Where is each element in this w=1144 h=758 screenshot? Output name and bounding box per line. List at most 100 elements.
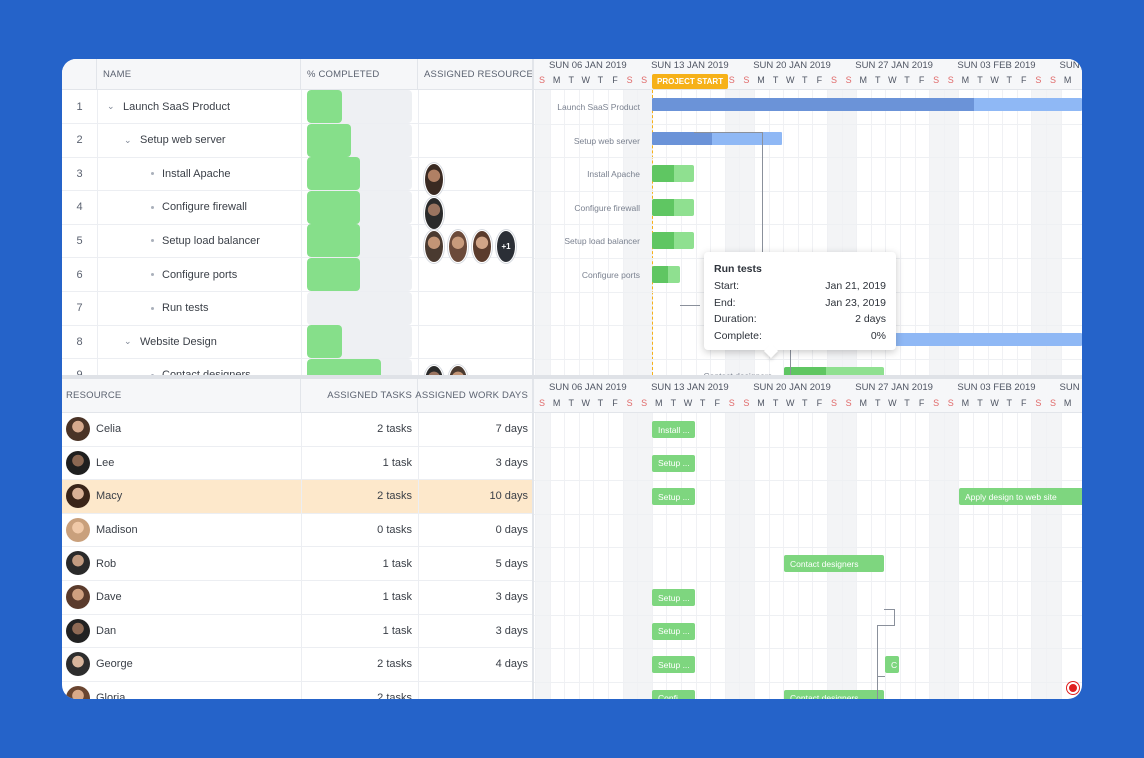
row-number: 8 <box>76 335 83 348</box>
progress-bar <box>307 190 412 224</box>
day-label: T <box>875 398 881 408</box>
day-label: F <box>612 75 618 85</box>
day-label: S <box>845 398 852 408</box>
gantt-task-bar[interactable] <box>784 366 884 375</box>
resource-row[interactable]: George 2 tasks 4 days <box>62 648 532 682</box>
day-label: T <box>772 398 779 408</box>
resource-task-bar[interactable]: Setup ... <box>652 622 695 640</box>
day-label: W <box>888 75 897 85</box>
task-row[interactable]: 3 Install Apache <box>62 157 532 197</box>
resource-name: Lee <box>96 456 115 469</box>
day-label: W <box>683 398 693 408</box>
progress-bar <box>307 157 412 191</box>
resource-task-bar[interactable]: Setup ... <box>652 488 695 506</box>
resource-avatar[interactable] <box>448 364 468 375</box>
day-label: M <box>552 75 561 85</box>
resource-row[interactable]: Celia 2 tasks 7 days <box>62 413 532 447</box>
row-number: 9 <box>62 359 97 375</box>
name-column-header[interactable]: NAME <box>97 59 301 89</box>
task-row[interactable]: 1 ⌄ Launch SaaS Product <box>62 90 532 124</box>
day-column <box>943 413 959 699</box>
day-column <box>1016 413 1032 699</box>
week-label: SUN 06 JAN 2019 <box>549 60 627 71</box>
resource-task-bar[interactable]: Confi... <box>652 689 695 699</box>
resource-row[interactable]: Rob 1 task 5 days <box>62 547 532 581</box>
gantt-task-label: Setup web server <box>573 135 640 146</box>
task-row[interactable]: 6 Configure ports <box>62 258 532 292</box>
day-column <box>710 413 725 699</box>
tooltip-duration-label: Duration: <box>714 313 757 325</box>
chevron-down-icon[interactable]: ⌄ <box>124 336 134 347</box>
assigned-work-days: 7 days <box>495 423 528 436</box>
resource-row[interactable]: Lee 1 task 3 days <box>62 447 532 481</box>
assigned-tasks: 2 tasks <box>377 658 412 671</box>
assigned-work-days: 4 days <box>495 658 528 671</box>
resource-avatar[interactable] <box>424 364 444 375</box>
resource-task-bar[interactable]: Contact designers <box>784 555 884 573</box>
gantt-task-bar[interactable] <box>652 165 694 183</box>
resource-row[interactable]: Dan 1 task 3 days <box>62 615 532 649</box>
resource-row[interactable]: Gloria 2 tasks ... <box>62 682 532 699</box>
day-column <box>608 90 623 375</box>
gantt-task-label: Setup load balancer <box>564 236 640 247</box>
day-column <box>973 413 988 699</box>
resource-task-bar[interactable]: Setup ... <box>652 589 695 606</box>
task-name: Run tests <box>162 302 209 315</box>
day-column <box>900 413 915 699</box>
day-label: T <box>802 398 808 408</box>
completed-column-header[interactable]: % COMPLETED <box>301 59 418 89</box>
day-column <box>637 90 652 375</box>
assigned-tasks: 1 task <box>382 456 412 469</box>
bullet-icon <box>151 306 154 310</box>
gantt-task-bar[interactable] <box>652 98 1082 111</box>
day-label: F <box>918 75 925 85</box>
day-label: S <box>1049 398 1056 408</box>
resource-row[interactable]: Madison 0 tasks 0 days <box>62 514 532 548</box>
task-row[interactable]: 8 ⌄ Website Design <box>62 325 532 360</box>
chevron-down-icon[interactable]: ⌄ <box>107 101 117 112</box>
resource-task-bar[interactable]: Install ... <box>652 421 695 438</box>
resources-column-header[interactable]: ASSIGNED RESOURCES <box>418 59 539 89</box>
task-row[interactable]: 2 ⌄ Setup web server <box>62 123 532 158</box>
chevron-down-icon[interactable]: ⌄ <box>124 135 134 146</box>
day-label: S <box>728 75 735 85</box>
workdays-column-header[interactable]: ASSIGNED WORK DAYS <box>415 379 532 412</box>
resource-task-bar[interactable]: Setup ... <box>652 454 695 472</box>
day-label: S <box>626 398 633 408</box>
gantt-task-label: Install Apache <box>587 169 640 180</box>
resource-task-bar[interactable]: Setup ... <box>652 656 695 674</box>
day-label: S <box>1035 398 1042 408</box>
gantt-task-bar[interactable] <box>652 198 694 216</box>
task-row[interactable]: 4 Configure firewall <box>62 190 532 230</box>
day-label: T <box>699 398 706 408</box>
task-name-cell: Contact designers <box>141 359 251 375</box>
day-column <box>608 413 623 699</box>
row-number: 1 <box>76 100 83 113</box>
resource-task-bar[interactable]: Contact designers <box>784 689 884 699</box>
resource-task-bar[interactable]: Apply design to web site <box>959 488 1082 506</box>
day-column <box>1060 413 1076 699</box>
record-indicator-icon[interactable] <box>1067 682 1079 694</box>
task-row[interactable]: 5 Setup load balancer +1 <box>62 224 532 264</box>
day-column <box>535 90 550 375</box>
week-label: SUN <box>1059 60 1080 71</box>
gantt-task-bar[interactable] <box>652 266 680 283</box>
tooltip-complete-value: 0% <box>870 329 886 342</box>
task-row[interactable]: 9 Contact designers <box>62 358 532 375</box>
week-label: SUN 13 JAN 2019 <box>651 60 729 71</box>
number-column-header[interactable] <box>62 59 97 89</box>
resource-task-bar[interactable]: C <box>885 656 899 674</box>
task-row[interactable]: 7 Run tests <box>62 291 532 326</box>
tooltip-complete-label: Complete: <box>714 329 762 342</box>
gantt-task-bar[interactable] <box>652 232 694 250</box>
resource-row[interactable]: Dave 1 task 3 days <box>62 581 532 615</box>
resource-row[interactable]: Macy 2 tasks 10 days <box>62 480 532 514</box>
task-name-cell: Configure ports <box>141 258 237 291</box>
avatar <box>66 618 90 643</box>
gantt-task-label: Contact designers <box>703 371 772 375</box>
resource-column-header[interactable]: RESOURCE <box>62 379 301 412</box>
day-label: W <box>785 398 795 408</box>
resource-gantt: SUN 06 JAN 2019 SUN 13 JAN 2019 SUN 20 JAN… <box>534 379 1082 699</box>
tasks-column-header[interactable]: ASSIGNED TASKS <box>301 379 418 412</box>
resource-grid-header: RESOURCE ASSIGNED TASKS ASSIGNED WORK DA… <box>62 379 532 413</box>
